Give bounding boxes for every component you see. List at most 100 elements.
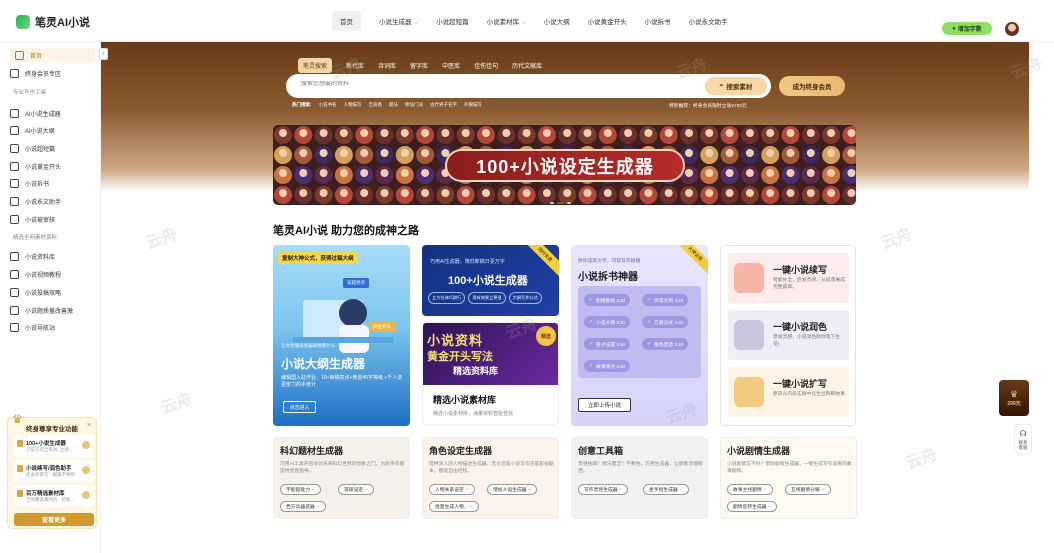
banner-character-face (380, 169, 389, 177)
button-label: 写作灵感生成器 (584, 488, 618, 493)
hot-search-term[interactable]: 修仙门派 (405, 102, 423, 108)
hot-search-term[interactable]: 人物描写 (344, 102, 362, 108)
vip-panel: ♛ 终身尊享专业功能 × 查看更多 100+小说生成器 小说写作全等具, 立指..… (7, 412, 97, 529)
search-tab[interactable]: 中医库 (442, 61, 460, 73)
vip-feature-row[interactable]: 百万精选素材库 丘到精选素材内 · 智能... (14, 485, 94, 507)
sidebar-item[interactable]: 首页 (10, 48, 95, 62)
bottom-feature-card[interactable]: 小说剧情生成器 小说剧情写不好？借助剧情生成器，一键生成写引设看的故事剧情。 故事主… (720, 437, 857, 519)
floating-promo[interactable]: ♛ 299元 (999, 380, 1029, 416)
banner-character-face (766, 169, 775, 177)
sidebar-item[interactable]: 小说资料库 (10, 250, 55, 264)
nav-item[interactable]: 小说永文助手 (689, 16, 728, 26)
outline-desc: 编辑国入驻作业、10+审稿亮点+黄金40字等级 +千人迭更度力的手度计 (281, 375, 403, 388)
sidebar-item[interactable]: 小说黄金开头 (10, 159, 61, 173)
check-icon: ✓ (647, 319, 652, 325)
close-icon[interactable]: × (87, 422, 91, 429)
nav-item[interactable]: 小说素材库 ⌵ (487, 16, 526, 27)
arrow-right-icon: → (463, 487, 469, 492)
bottom-card-button[interactable]: 写作灵感生成器 → (578, 484, 629, 495)
pen-icon (10, 197, 19, 206)
banner-character-face (786, 129, 795, 137)
banner-dot[interactable] (567, 202, 571, 204)
button-label: 等级设定 (344, 488, 364, 493)
bottom-card-button[interactable]: 宇能超能力 → (280, 484, 321, 495)
search-input[interactable] (301, 81, 681, 87)
quick-tool-row[interactable]: 一键小说润色 激发灵感，小说润色助你笔下生花! (728, 310, 849, 360)
bottom-card-button[interactable]: 互线剧情分解 → (785, 484, 831, 495)
sidebar-item[interactable]: 小说拆书 (10, 177, 49, 191)
search-button[interactable]: ⌕ 搜索素材 (705, 77, 767, 95)
promo-banner[interactable]: 100+小说设定生成器 (273, 125, 856, 205)
bottom-feature-card[interactable]: 科幻题材生成器 巧用AI工具开启你对未来科幻世界的想象之门。为新手作家提供灵感指导… (273, 437, 410, 519)
sidebar-item[interactable]: 小说被审核 (10, 212, 55, 226)
sidebar-item-label: 小说视频教程 (25, 273, 62, 280)
special-offer[interactable]: 特别推荐：终身会员限时立省¥700元 (669, 102, 747, 109)
check-icon (82, 491, 90, 499)
bottom-card-button[interactable]: 人物关系设定 → (429, 484, 475, 495)
nav-item[interactable]: 小说拆书 (645, 16, 671, 26)
bottom-card-button[interactable]: 等级设定 → (338, 484, 374, 495)
become-vip-button[interactable]: 成为终身会员 (779, 76, 845, 96)
sidebar-item[interactable]: 小说视频教程 (10, 268, 61, 282)
hot-search: 热门搜索: 小说书名 人物描写 吉良香 期法 修仙门派 古代男子名字 外貌描写 (292, 102, 482, 108)
bottom-card-button[interactable]: 金手指生成器 → (643, 484, 689, 495)
sidebar-item[interactable]: AI小说大纲 (10, 124, 55, 138)
avatar[interactable] (1005, 22, 1019, 36)
quick-tools-card: 一键小说续写 智能补全，启发灵感，从段落展成完整篇章。 一键小说润色 激发灵感，小说润… (720, 245, 856, 426)
topup-button[interactable]: ● 增加字数 (942, 22, 992, 35)
app-logo[interactable]: 笔灵AI小说 (16, 14, 90, 30)
bottom-card-button[interactable]: 西方兵器武器 → (280, 501, 326, 512)
search-tab[interactable]: 诗词库 (378, 61, 396, 73)
generators-card[interactable]: 限时免费 巧用AI生成器，降低断稿日更万字 100+小说生成器 立方位体巧剧行用… (422, 245, 559, 316)
quick-tool-desc: 智能补全，启发灵感，从段落展成完整篇章。 (773, 278, 845, 290)
bottom-card-button[interactable]: 批量生成人物... → (429, 501, 479, 512)
banner-character-face (360, 189, 369, 197)
banner-dot-active[interactable] (557, 202, 564, 204)
nav-item[interactable]: 小说超短篇 (436, 16, 469, 26)
quick-tool-row[interactable]: 一键小说续写 智能补全，启发灵感，从段落展成完整篇章。 (728, 253, 849, 303)
chevron-down-icon: ⌵ (521, 19, 526, 26)
search-tab[interactable]: 留字库 (410, 61, 428, 73)
button-label: 增加人设生成器 (493, 488, 527, 493)
nav-item[interactable]: 小说生成器 ⌵ (379, 16, 418, 27)
hot-search-term[interactable]: 吉良香 (369, 102, 383, 108)
nav-item[interactable]: 小说大纲 (544, 16, 570, 26)
sidebar-item[interactable]: AI小说生成器 (10, 106, 61, 120)
outline-title: 小说大纲生成器 (281, 357, 366, 371)
upload-novel-button[interactable]: 立即上传小说 (578, 398, 631, 412)
bottom-card-button[interactable]: 剧情反转生成器 → (727, 501, 778, 512)
material-library-card[interactable]: 小说资料 黄金开头写法 精选资料库 精选 精选小说素材库 精选小说素材库，海量资… (422, 322, 559, 425)
sidebar-item[interactable]: 小说题质量改善激 (10, 303, 73, 317)
vip-feature-row[interactable]: 小说续写/润色助手 还会卷草写 · 编辑不预到 (14, 460, 94, 482)
banner-character-face (400, 169, 409, 177)
hot-search-term[interactable]: 古代男子名字 (430, 102, 457, 108)
banner-character-face (319, 129, 328, 137)
bottom-card-button[interactable]: 故事主线剧情 → (727, 484, 773, 495)
collapse-sidebar-button[interactable]: ‹ (99, 48, 108, 60)
sidebar-item[interactable]: 小说投稿攻略 (10, 285, 61, 299)
hot-search-term[interactable]: 期法 (389, 102, 398, 108)
quick-tool-row[interactable]: 一键小说扩写 原声从内段实践中化生丝陶瞬故事 (728, 367, 849, 417)
sidebar-item[interactable]: 终身会员专区 (10, 66, 61, 80)
bottom-feature-card[interactable]: 角色设定生成器 提供深入的人物描述生成器，无论您是小说写作还是影视剧本，都能自由轻… (422, 437, 559, 519)
check-icon: ✓ (647, 297, 652, 303)
outline-enter-button[interactable]: 点击进入 (283, 401, 316, 413)
sidebar-item[interactable]: 小说导航站 (10, 321, 55, 335)
search-tab[interactable]: 历代文献库 (512, 61, 542, 73)
sidebar-item-label: 小说导航站 (25, 326, 56, 333)
contact-service-button[interactable]: ☊ 联系客服 (1014, 424, 1032, 454)
hot-search-term[interactable]: 外貌描写 (464, 102, 482, 108)
search-tab[interactable]: 佳伤佳句 (474, 61, 498, 73)
nav-item[interactable]: 小说黄金开头 (588, 16, 627, 26)
bottom-card-button[interactable]: 增加人设生成器 → (487, 484, 538, 495)
vip-more-button[interactable]: 查看更多 (14, 513, 94, 526)
bottom-feature-card[interactable]: 创意工具箱 灵感枯竭？想法匮乏？不要怕，巧用生成器，让想象尽情挥洒。 写作灵感生成器… (571, 437, 708, 519)
sidebar-item[interactable]: 小说永文助手 (10, 195, 61, 209)
sidebar-item[interactable]: 小说超短篇 (10, 141, 55, 155)
vip-feature-row[interactable]: 100+小说生成器 小说写作全等具, 立指... (14, 435, 94, 457)
hot-search-term[interactable]: 小说书名 (319, 102, 337, 108)
nav-item[interactable]: 首页 (332, 11, 361, 31)
banner-dot[interactable] (550, 202, 554, 204)
banner-character-face (685, 189, 693, 197)
outline-generator-card[interactable]: 复制大神公式，获得过稿大纲 穿越亮点 黄金开头 让你更懂读者编辑想看什么 小说大… (273, 245, 410, 426)
